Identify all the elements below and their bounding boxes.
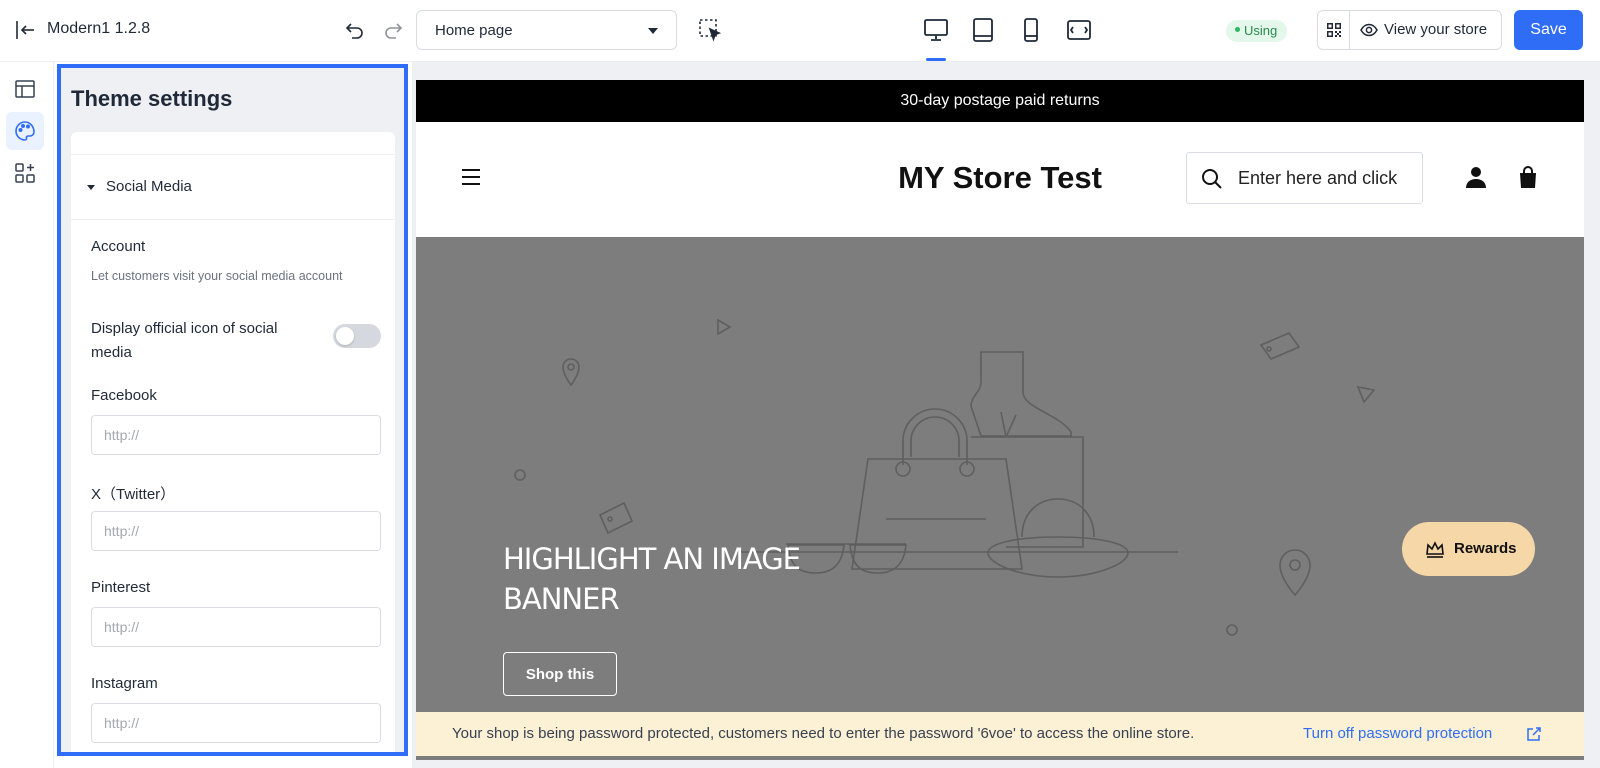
active-device-indicator <box>926 58 946 61</box>
instagram-input[interactable] <box>91 703 381 743</box>
panel-title: Theme settings <box>71 86 233 111</box>
store-actions: View your store <box>1317 10 1502 50</box>
caret-down-icon <box>648 28 658 34</box>
pinterest-label: Pinterest <box>91 579 151 596</box>
pinterest-input[interactable] <box>91 607 381 647</box>
status-badge: Using <box>1226 20 1288 42</box>
store-preview: 30-day postage paid returns MY Store Tes… <box>416 80 1584 760</box>
top-toolbar: Modern1 1.2.8 Home page Using View your … <box>0 0 1600 62</box>
shop-this-button[interactable]: Shop this <box>503 652 617 696</box>
palette-icon <box>15 121 35 141</box>
social-media-section-header[interactable]: Social Media <box>71 154 395 220</box>
external-link-icon[interactable] <box>1526 726 1542 742</box>
turn-off-password-link[interactable]: Turn off password protection <box>1303 725 1492 742</box>
password-protection-bar: Your shop is being password protected, c… <box>416 712 1584 756</box>
theme-name: Modern1 1.2.8 <box>47 20 151 37</box>
qr-code-button[interactable] <box>1318 11 1350 49</box>
store-search-box[interactable]: Enter here and click <box>1186 152 1423 204</box>
caret-down-icon <box>87 185 95 190</box>
announcement-bar[interactable]: 30-day postage paid returns <box>416 80 1584 122</box>
qr-code-icon <box>1327 23 1341 37</box>
crown-icon <box>1426 541 1444 558</box>
exit-icon[interactable] <box>14 19 36 41</box>
section-title: Social Media <box>106 178 192 195</box>
view-store-label: View your store <box>1384 21 1488 38</box>
official-icon-toggle-label: Display official icon of social media <box>91 320 278 361</box>
rail-sections-button[interactable] <box>6 70 44 108</box>
twitter-label: X（Twitter） <box>91 486 176 503</box>
save-button[interactable]: Save <box>1514 10 1583 50</box>
layout-icon <box>15 80 35 98</box>
settings-card: Social Media Account Let customers visit… <box>71 132 395 752</box>
rail-theme-settings-button[interactable] <box>6 112 44 150</box>
tablet-view-icon[interactable] <box>969 16 997 44</box>
instagram-label: Instagram <box>91 675 158 692</box>
page-select[interactable]: Home page <box>416 10 677 50</box>
redo-icon[interactable] <box>382 19 404 41</box>
left-rail <box>0 62 54 768</box>
rewards-label: Rewards <box>1454 540 1517 557</box>
element-select-icon[interactable] <box>698 18 722 42</box>
image-banner: HIGHLIGHT AN IMAGE BANNER Shop this Rewa… <box>416 237 1584 760</box>
shopping-bag-icon[interactable] <box>1517 166 1539 188</box>
facebook-input[interactable] <box>91 415 381 455</box>
account-description: Let customers visit your social media ac… <box>91 269 343 283</box>
undo-icon[interactable] <box>344 19 366 41</box>
rail-apps-button[interactable] <box>6 154 44 192</box>
store-header: MY Store Test Enter here and click <box>416 122 1584 237</box>
mobile-view-icon[interactable] <box>1017 16 1045 44</box>
fullscreen-view-icon[interactable] <box>1065 16 1093 44</box>
twitter-input[interactable] <box>91 511 381 551</box>
desktop-view-icon[interactable] <box>922 16 950 44</box>
eye-icon <box>1360 23 1378 37</box>
user-icon[interactable] <box>1465 166 1487 188</box>
official-icon-toggle[interactable] <box>333 324 381 348</box>
page-select-value: Home page <box>435 22 513 39</box>
banner-heading[interactable]: HIGHLIGHT AN IMAGE BANNER <box>503 539 823 619</box>
facebook-label: Facebook <box>91 387 157 404</box>
view-store-button[interactable]: View your store <box>1350 11 1502 49</box>
apps-add-icon <box>15 163 35 183</box>
search-placeholder: Enter here and click <box>1238 168 1398 188</box>
search-icon <box>1202 169 1222 189</box>
theme-settings-panel: Theme settings Social Media Account Let … <box>57 64 408 756</box>
rewards-button[interactable]: Rewards <box>1402 522 1535 576</box>
account-heading: Account <box>91 238 146 255</box>
password-message: Your shop is being password protected, c… <box>452 725 1195 742</box>
